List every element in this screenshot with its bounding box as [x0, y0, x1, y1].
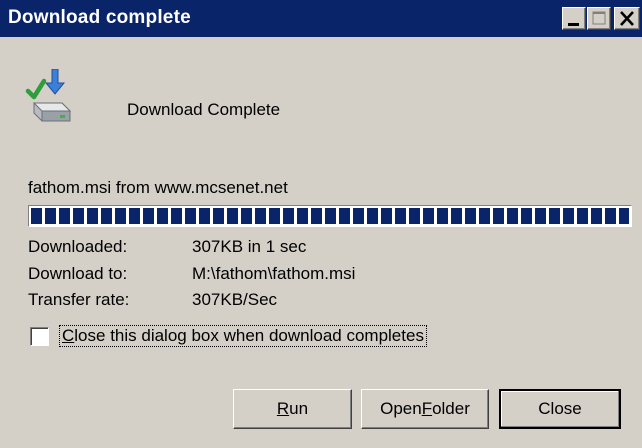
- window-title: Download complete: [8, 7, 191, 28]
- maximize-button[interactable]: [587, 7, 611, 30]
- close-window-button[interactable]: [614, 7, 640, 30]
- transfer-rate-label: Transfer rate:: [28, 290, 130, 309]
- progress-fill: [31, 208, 629, 224]
- download-to-value: M:\fathom\fathom.msi: [192, 264, 356, 283]
- download-complete-icon: [25, 69, 72, 122]
- download-to-label: Download to:: [28, 264, 128, 283]
- close-icon: [620, 11, 634, 26]
- download-complete-heading: Download Complete: [127, 100, 281, 119]
- minimize-icon: [568, 23, 579, 26]
- maximize-icon: [592, 11, 606, 25]
- close-button[interactable]: Close: [499, 389, 621, 429]
- minimize-button[interactable]: [562, 7, 586, 30]
- run-button[interactable]: Run: [233, 389, 352, 429]
- downloaded-value: 307KB in 1 sec: [192, 237, 307, 256]
- title-bar[interactable]: Download complete: [0, 0, 642, 37]
- transfer-rate-value: 307KB/Sec: [192, 290, 278, 309]
- close-on-complete-checkbox[interactable]: [30, 327, 49, 346]
- open-folder-button[interactable]: Open Folder: [361, 389, 489, 429]
- download-complete-dialog: Download complete Download Complete fath…: [0, 0, 642, 448]
- download-progress-bar: [28, 205, 632, 227]
- downloaded-label: Downloaded:: [28, 237, 128, 256]
- source-file-label: fathom.msi from www.mcsenet.net: [28, 178, 288, 197]
- close-on-complete-label[interactable]: Close this dialog box when download comp…: [59, 325, 427, 347]
